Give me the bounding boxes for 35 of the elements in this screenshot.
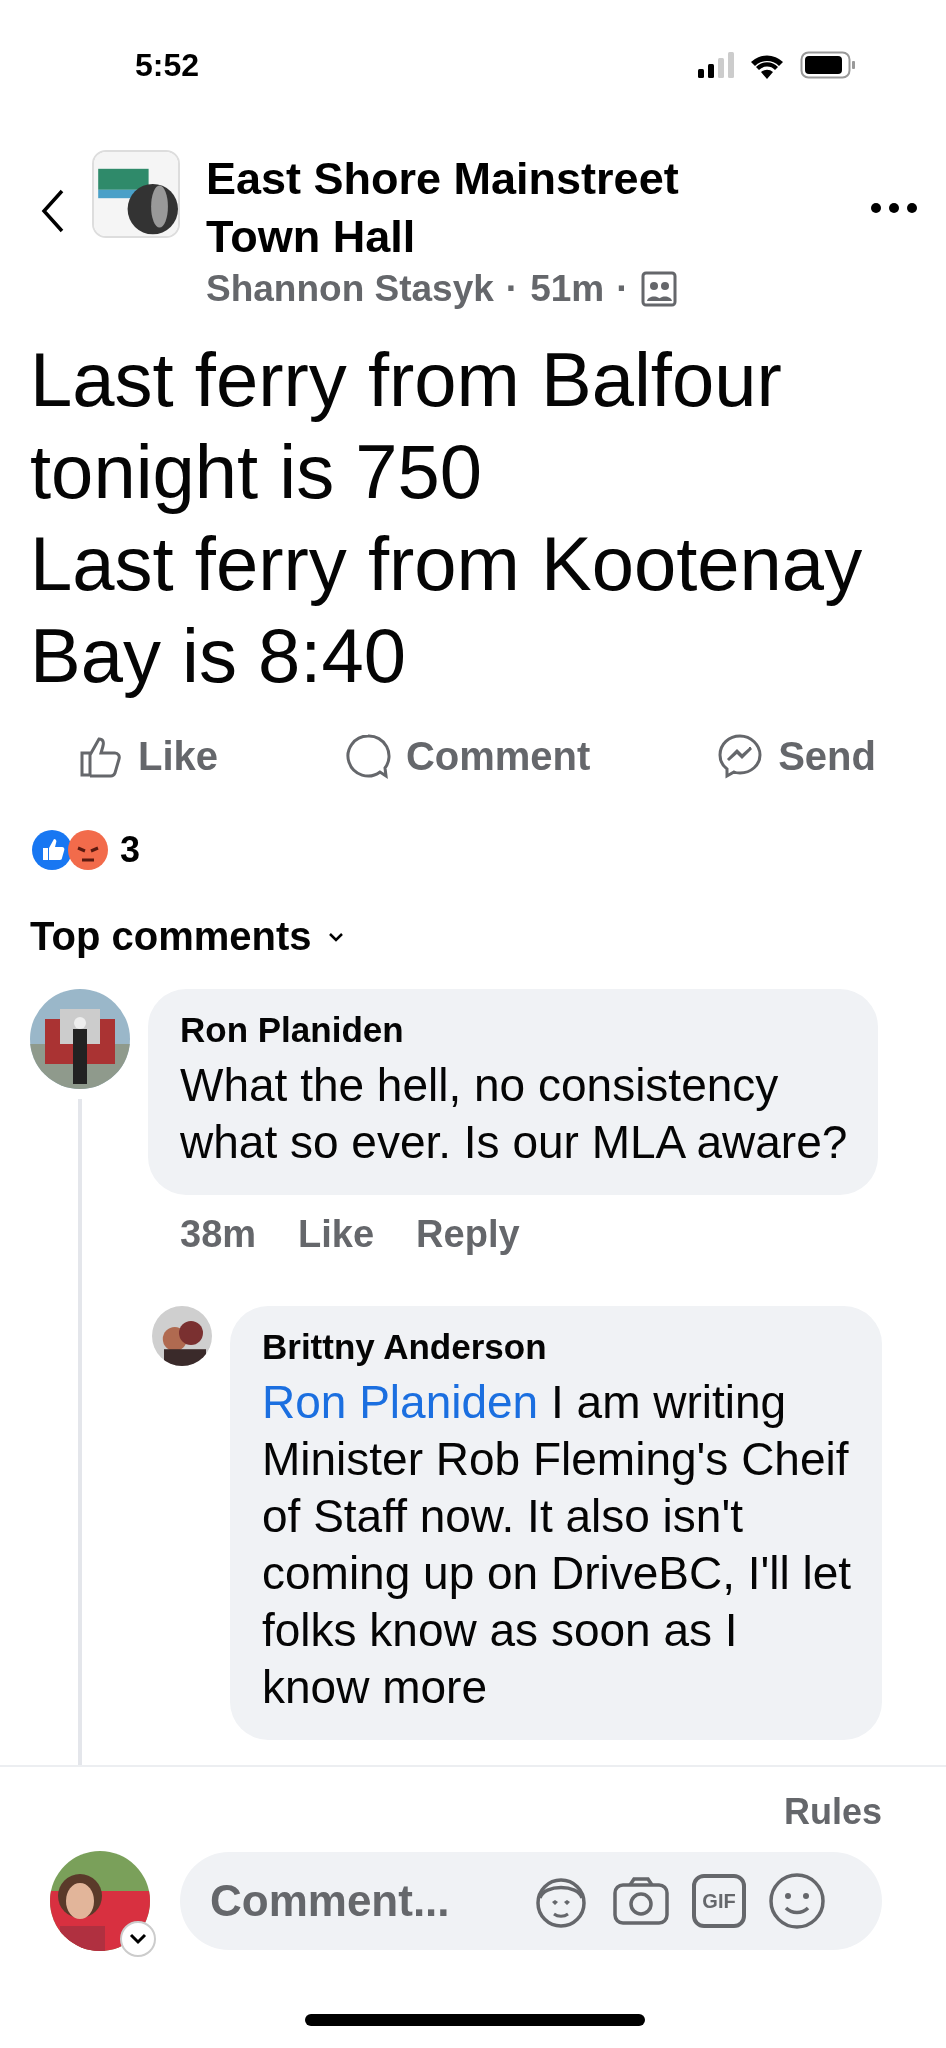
comment-author[interactable]: Ron Planiden — [180, 1009, 848, 1051]
comment-field[interactable]: Comment... GIF — [180, 1852, 882, 1950]
post-meta: 51m — [530, 268, 605, 310]
back-icon[interactable] — [40, 188, 66, 234]
separator: · — [616, 268, 629, 310]
chevron-down-icon — [129, 1933, 147, 1945]
mention-link[interactable]: Ron Planiden — [262, 1376, 539, 1428]
more-icon[interactable] — [870, 202, 918, 214]
battery-icon — [800, 51, 856, 79]
comment-time: 38m — [180, 1213, 257, 1256]
gif-button[interactable]: GIF — [692, 1874, 746, 1928]
post-text: Last ferry from Balfour tonight is 750 — [30, 336, 783, 516]
reaction-count[interactable]: 3 — [120, 829, 141, 871]
emoji-icon[interactable] — [768, 1872, 826, 1930]
send-button[interactable]: Send — [716, 732, 876, 780]
comment-text: What the hell, no consistency what so ever. Is our MLA aware? — [180, 1058, 848, 1170]
comment-button[interactable]: Comment — [343, 732, 591, 780]
reply-link[interactable]: Reply — [416, 1213, 520, 1256]
like-link[interactable]: Like — [298, 1213, 375, 1256]
post-text: Last ferry from Kootenay Bay is 8:40 — [30, 520, 864, 700]
post-meta[interactable]: Shannon Stasyk — [206, 268, 494, 310]
rules-link[interactable]: Rules — [783, 1791, 882, 1833]
group-name[interactable]: East Shore Mainstreet Town Hall — [206, 150, 726, 266]
separator: · — [505, 268, 519, 310]
members-icon — [640, 271, 677, 307]
sort-dropdown[interactable]: Top comments — [30, 914, 344, 959]
camera-icon[interactable] — [612, 1876, 670, 1926]
like-button[interactable]: Like — [78, 732, 219, 780]
comment-author[interactable]: Brittny Anderson — [262, 1326, 852, 1368]
speech-bubble-icon — [343, 732, 392, 780]
signal-icon — [698, 52, 734, 78]
account-switch-button[interactable] — [120, 1921, 156, 1957]
chevron-down-icon — [327, 931, 344, 942]
comment-text: Ron Planiden I am writing Minister Rob Fleming's Cheif of Staff now. It also isn't coming up on DriveBC, I'll let folks know as soon as I know more — [262, 1375, 852, 1715]
status-time: 5:52 — [135, 46, 200, 84]
